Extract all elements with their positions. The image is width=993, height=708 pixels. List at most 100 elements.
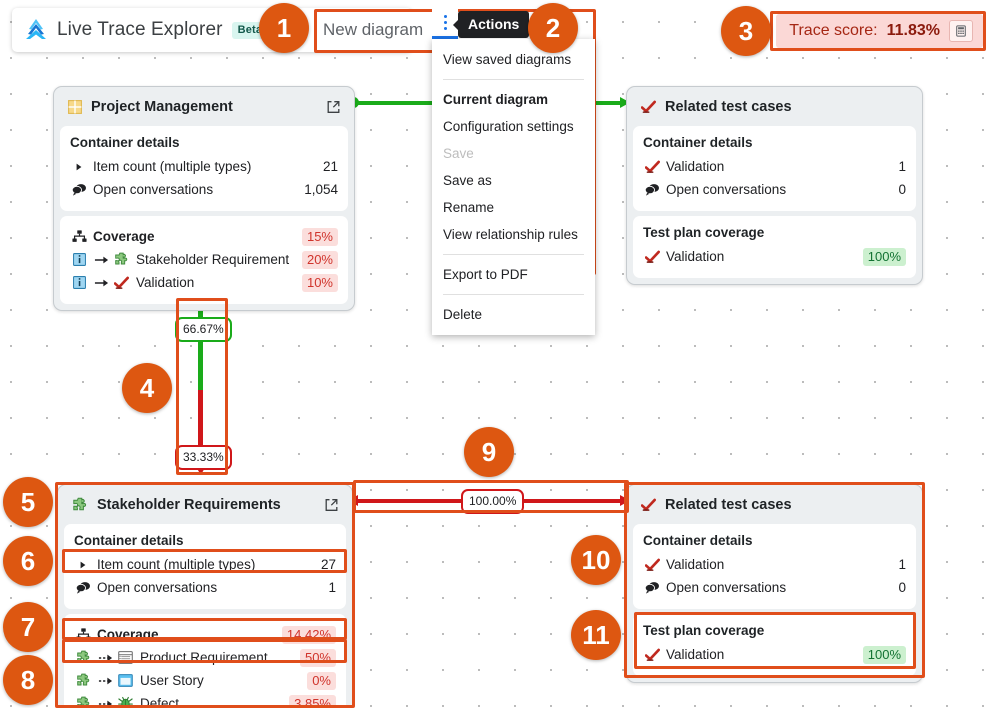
triangle-right-icon[interactable]	[74, 561, 92, 569]
panel-container-details: Container details Validation 1 Open conv…	[633, 126, 916, 211]
detail-row-open-conversations[interactable]: Open conversations 1,054	[70, 178, 338, 201]
panel-heading: Container details	[74, 533, 184, 548]
annotation-badge-4: 4	[122, 363, 172, 413]
menu-item-export-to-pdf[interactable]: Export to PDF	[432, 261, 595, 288]
panel-heading: Container details	[70, 135, 180, 150]
menu-item-save-as[interactable]: Save as	[432, 167, 595, 194]
card-title-text: Related test cases	[665, 99, 792, 115]
coverage-row-validation[interactable]: Validation 10%	[70, 271, 338, 294]
coverage-heading-row: Coverage 14.42%	[74, 623, 336, 646]
trace-score-value: 11.83%	[886, 22, 940, 39]
detail-label: Open conversations	[666, 580, 787, 595]
coverage-heading: Coverage	[97, 627, 159, 642]
coverage-pct: 3.85%	[289, 694, 336, 708]
detail-value: 1	[898, 557, 906, 572]
menu-item-current-diagram: Current diagram	[443, 92, 549, 107]
panel-container-details: Container details Item count (multiple t…	[64, 524, 346, 609]
menu-item-delete[interactable]: Delete	[432, 301, 595, 328]
annotation-badge-2: 2	[528, 3, 578, 53]
triangle-right-icon[interactable]	[70, 163, 88, 171]
conversations-icon	[74, 581, 92, 594]
card-related-test-cases-top[interactable]: Related test cases Container details Val…	[626, 86, 923, 285]
menu-item-view-relationship-rules[interactable]: View relationship rules	[432, 221, 595, 248]
panel-coverage: Coverage 14.42% Product Requirement 50% …	[64, 614, 346, 708]
actions-menu: Actions View saved diagrams Current diag…	[432, 9, 595, 335]
hierarchy-icon	[70, 230, 88, 243]
checkmark-icon	[643, 250, 661, 264]
detail-label: Open conversations	[97, 580, 218, 595]
coverage-row-defect[interactable]: Defect 3.85%	[74, 692, 336, 708]
coverage-row-validation[interactable]: Validation 100%	[643, 245, 906, 268]
coverage-row-validation[interactable]: Validation 100%	[643, 643, 906, 666]
detail-value: 1	[898, 159, 906, 174]
panel-container-details: Container details Item count (multiple t…	[60, 126, 348, 211]
trace-score-badge: Trace score: 11.83%	[776, 14, 983, 48]
card-related-test-cases-bottom[interactable]: Related test cases Container details Val…	[626, 484, 923, 683]
detail-row-item-count[interactable]: Item count (multiple types) 27	[74, 553, 336, 576]
coverage-row-product-requirement[interactable]: Product Requirement 50%	[74, 646, 336, 669]
coverage-label: Validation	[666, 249, 725, 264]
list-icon	[116, 651, 134, 664]
detail-value: 1,054	[304, 182, 338, 197]
user-story-icon	[116, 674, 134, 687]
coverage-row-user-story[interactable]: User Story 0%	[74, 669, 336, 692]
coverage-pct: 100%	[862, 645, 906, 664]
detail-value: 0	[898, 182, 906, 197]
detail-label: Validation	[666, 159, 725, 174]
detail-value: 0	[898, 580, 906, 595]
open-external-icon[interactable]	[326, 100, 341, 115]
annotation-badge-1: 1	[259, 3, 309, 53]
detail-row-open-conversations[interactable]: Open conversations 1	[74, 576, 336, 599]
coverage-label: User Story	[140, 673, 204, 688]
grid-squares-icon	[68, 100, 82, 114]
card-title: Related test cases	[633, 93, 916, 121]
annotation-badge-8: 8	[3, 655, 53, 705]
coverage-pct: 20%	[301, 250, 338, 269]
coverage-label: Validation	[136, 275, 195, 290]
puzzle-icon	[74, 650, 92, 665]
annotation-badge-7: 7	[3, 602, 53, 652]
detail-label: Validation	[666, 557, 725, 572]
coverage-pct: 10%	[301, 273, 338, 292]
detail-label: Open conversations	[93, 182, 214, 197]
dashed-arrow-icon	[97, 653, 113, 663]
detail-value: 1	[328, 580, 336, 595]
connector-label-upper: 66.67%	[175, 317, 232, 342]
conversations-icon	[643, 581, 661, 594]
diagram-name-input[interactable]: New diagram	[316, 9, 433, 51]
panel-heading: Test plan coverage	[643, 225, 765, 240]
coverage-pct: 100%	[862, 247, 906, 266]
detail-row-validation[interactable]: Validation 1	[643, 155, 906, 178]
menu-divider	[443, 254, 584, 255]
puzzle-icon	[74, 673, 92, 688]
card-title-text: Related test cases	[665, 497, 792, 513]
card-project-management[interactable]: Project Management Container details Ite…	[53, 86, 355, 311]
coverage-label: Validation	[666, 647, 725, 662]
menu-item-rename[interactable]: Rename	[432, 194, 595, 221]
checkmark-icon	[112, 276, 130, 290]
detail-row-open-conversations[interactable]: Open conversations 0	[643, 576, 906, 599]
panel-heading: Container details	[643, 135, 753, 150]
card-stakeholder-requirements[interactable]: Stakeholder Requirements Container detai…	[57, 484, 353, 708]
detail-label: Item count (multiple types)	[93, 159, 252, 174]
menu-item-view-saved-diagrams[interactable]: View saved diagrams	[432, 46, 595, 73]
app-title: Live Trace Explorer	[57, 19, 223, 40]
menu-item-configuration-settings[interactable]: Configuration settings	[432, 113, 595, 140]
open-external-icon[interactable]	[324, 498, 339, 513]
conversations-icon	[70, 183, 88, 196]
coverage-label: Product Requirement	[140, 650, 268, 665]
detail-row-item-count[interactable]: Item count (multiple types) 21	[70, 155, 338, 178]
detail-row-validation[interactable]: Validation 1	[643, 553, 906, 576]
detail-label: Item count (multiple types)	[97, 557, 256, 572]
coverage-pct: 50%	[299, 648, 336, 667]
annotation-badge-10: 10	[571, 535, 621, 585]
card-title: Related test cases	[633, 491, 916, 519]
detail-row-open-conversations[interactable]: Open conversations 0	[643, 178, 906, 201]
calculator-icon[interactable]	[949, 20, 973, 42]
checkmark-icon	[643, 160, 661, 174]
bug-icon	[116, 696, 134, 708]
trace-score-label: Trace score:	[789, 22, 878, 39]
card-title-text: Stakeholder Requirements	[97, 497, 281, 513]
coverage-row-stakeholder-requirement[interactable]: Stakeholder Requirement 20%	[70, 248, 338, 271]
coverage-heading-pct: 14.42%	[281, 625, 336, 644]
